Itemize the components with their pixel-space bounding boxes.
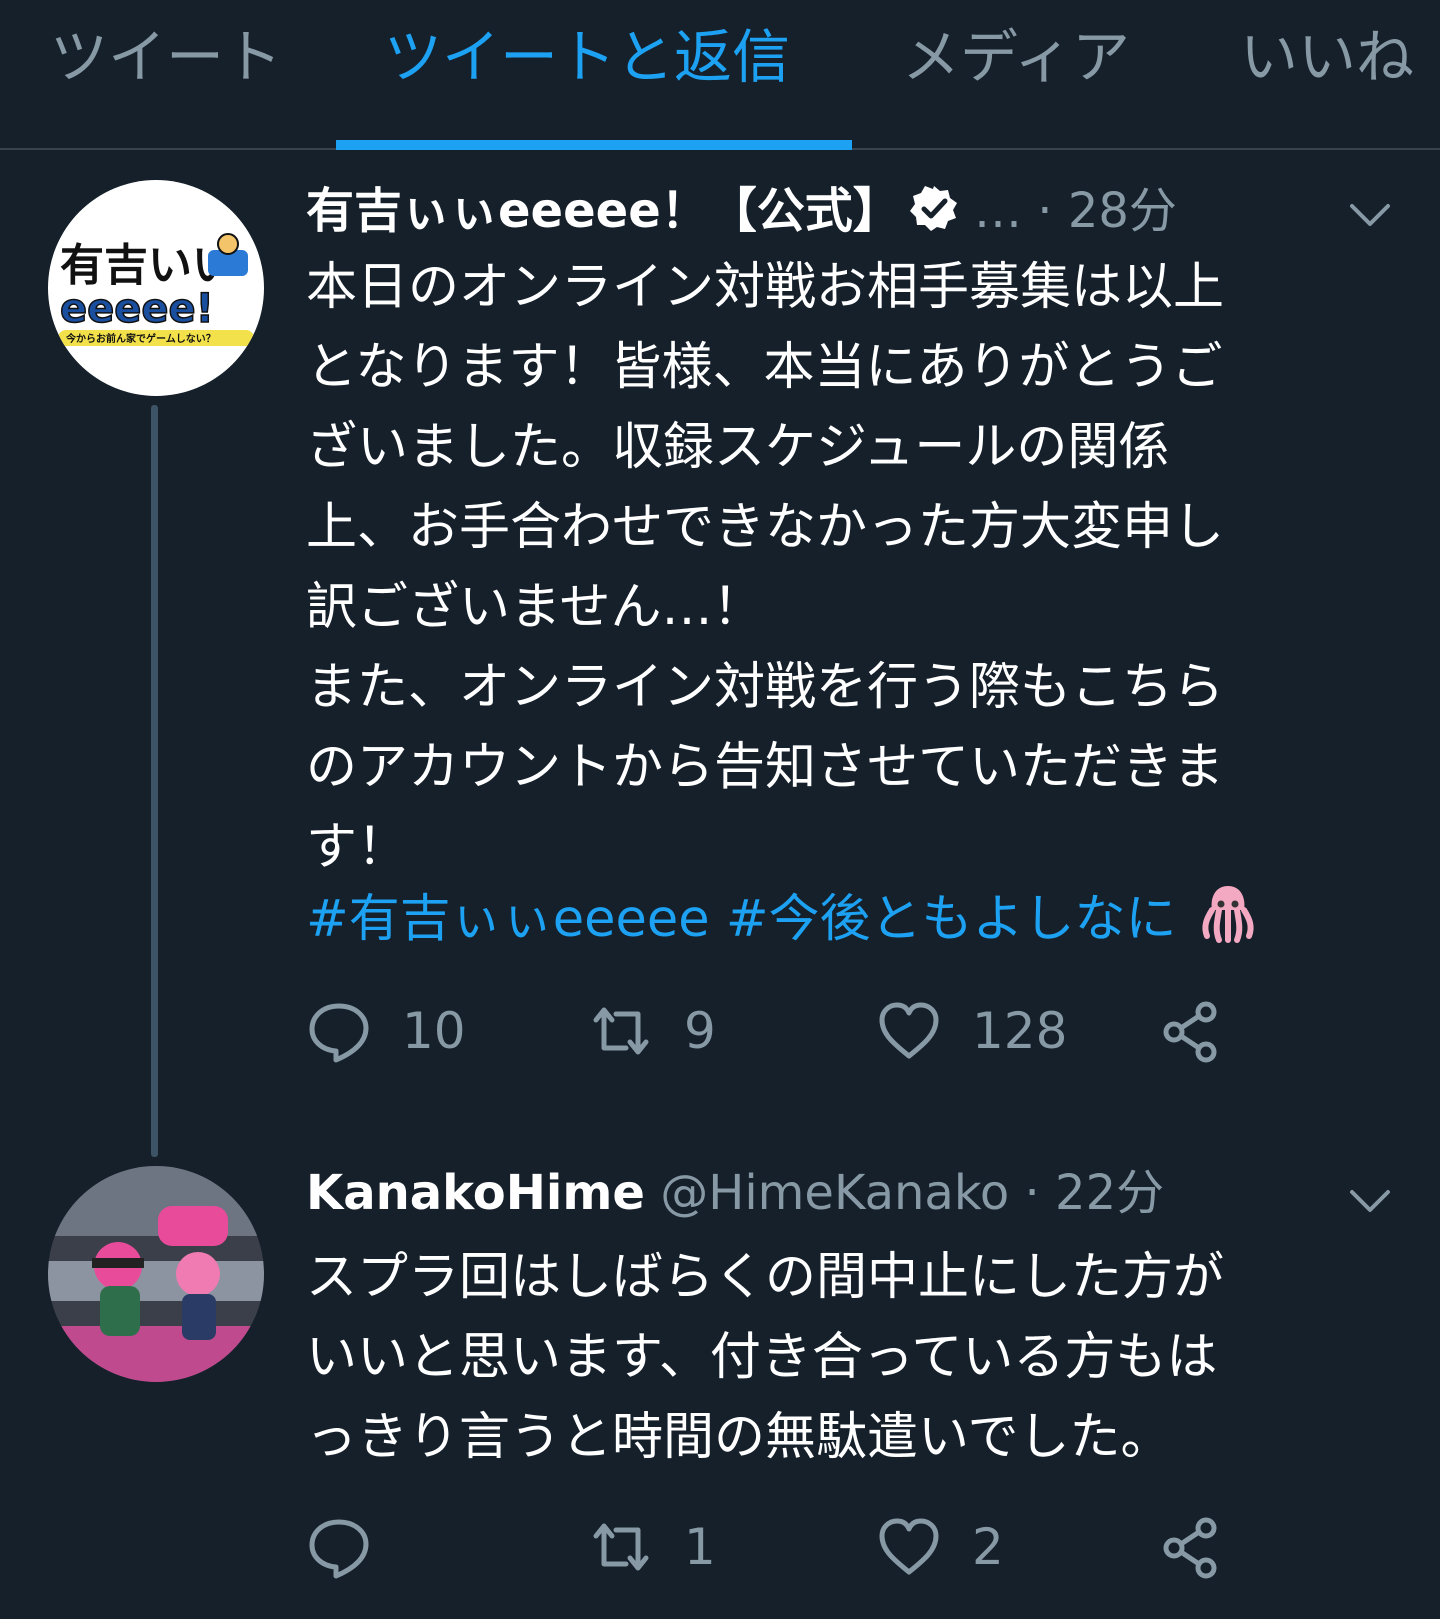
- tweet-text: スプラ回はしばらくの間中止にした方が いいと思います、付き合っている方もは っき…: [306, 1248, 1225, 1467]
- tweet-text: 本日のオンライン対戦お相手募集は以上 となります！皆様、本当にありがとうご ざい…: [306, 258, 1225, 877]
- like-count: 2: [972, 1518, 1004, 1576]
- avatar-ariyoshi-logo: 有吉いい eeeee! 今からお前ん家でゲームしない？: [58, 233, 254, 346]
- retweet-icon: [593, 1523, 649, 1571]
- share-button[interactable]: [1158, 1512, 1224, 1582]
- tweet-actions: 10 9 128: [306, 996, 1306, 1066]
- display-name[interactable]: KanakoHime: [306, 1165, 645, 1221]
- share-icon: [1163, 1001, 1217, 1063]
- tweet-hashtags: #有吉ぃぃeeeee #今後ともよしなに: [306, 880, 1259, 960]
- heart-icon: [879, 1002, 939, 1059]
- chevron-down-icon[interactable]: [1348, 200, 1392, 230]
- retweet-icon: [593, 1007, 649, 1055]
- tweet-header: 有吉ぃぃeeeee！【公式】 … · 28分: [306, 176, 1396, 246]
- tweet-meta: … · 28分: [974, 183, 1177, 239]
- svg-text:eeeee!: eeeee!: [60, 286, 214, 332]
- tab-tweets-and-replies[interactable]: ツイートと返信: [384, 22, 790, 92]
- tab-media[interactable]: メディア: [902, 22, 1130, 92]
- reply-icon: [309, 1003, 369, 1063]
- thread-connector-line: [151, 405, 158, 1157]
- avatar-kanakohime[interactable]: [48, 1166, 264, 1382]
- tweet-actions: 1 2: [306, 1512, 1306, 1582]
- tab-likes[interactable]: いいね: [1240, 22, 1414, 92]
- tweet-header: KanakoHime @HimeKanako · 22分: [306, 1158, 1306, 1228]
- retweet-button[interactable]: 9: [588, 996, 716, 1066]
- retweet-count: 9: [684, 1002, 716, 1060]
- svg-text:今からお前ん家でゲームしない？: 今からお前ん家でゲームしない？: [65, 332, 216, 345]
- squid-emoji-icon: [1197, 882, 1259, 944]
- like-button[interactable]: 128: [876, 996, 1067, 1066]
- chevron-down-icon[interactable]: [1348, 1186, 1392, 1216]
- like-count: 128: [972, 1002, 1068, 1060]
- hashtag-links[interactable]: #有吉ぃぃeeeee #今後ともよしなに: [306, 890, 1177, 949]
- reply-button[interactable]: [306, 1512, 402, 1582]
- active-tab-indicator: [336, 140, 852, 150]
- tab-tweets[interactable]: ツイート: [50, 22, 282, 92]
- reply-button[interactable]: 10: [306, 996, 466, 1066]
- avatar-ariyoshi[interactable]: 有吉いい eeeee! 今からお前ん家でゲームしない？: [48, 180, 264, 396]
- tweet-meta: @HimeKanako · 22分: [660, 1165, 1165, 1221]
- heart-icon: [879, 1518, 939, 1575]
- profile-tabs: ツイート ツイートと返信 メディア いいね: [0, 0, 1440, 150]
- retweet-count: 1: [684, 1518, 716, 1576]
- avatar-splatoon-image: [48, 1166, 264, 1382]
- share-icon: [1163, 1517, 1217, 1579]
- like-button[interactable]: 2: [876, 1512, 1004, 1582]
- reply-icon: [309, 1519, 369, 1579]
- display-name[interactable]: 有吉ぃぃeeeee！【公式】: [306, 183, 901, 239]
- share-button[interactable]: [1158, 996, 1224, 1066]
- retweet-button[interactable]: 1: [588, 1512, 716, 1582]
- reply-count: 10: [402, 1002, 466, 1060]
- verified-badge-icon: [909, 182, 959, 232]
